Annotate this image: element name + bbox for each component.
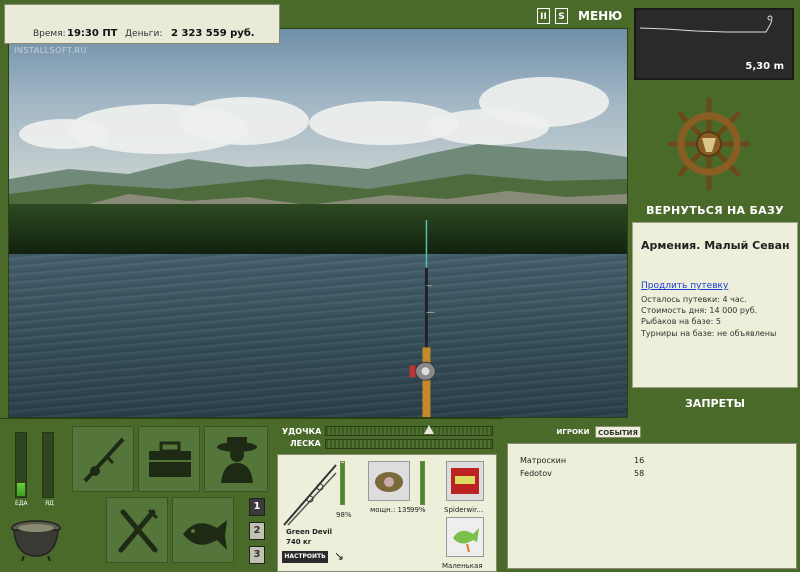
bans-button[interactable]: ЗАПРЕТЫ [630,397,800,410]
tab-events[interactable]: СОБЫТИЯ [595,426,641,438]
cauldron-icon[interactable] [8,514,64,562]
time-label: Время: [33,29,66,39]
tension-marker [424,425,434,434]
player-score: 16 [634,456,645,465]
rod-icon [83,437,125,483]
depth-value: 5,30 m [745,61,784,72]
equipment-panel: 98% Green Devil 740 кг НАСТРОИТЬ ↘ мощн.… [277,454,497,572]
rod-weight: 740 кг [286,538,312,546]
fish-icon [183,520,227,550]
location-info: Армения. Малый Севан Продлить путевку Ос… [632,222,798,388]
food-meter-fill [17,483,25,496]
fisherman-icon [217,437,257,483]
poison-meter [42,432,54,498]
base-panel: ВЕРНУТЬСЯ НА БАЗУ Армения. Малый Севан П… [630,86,800,418]
watermark: INSTALLSOFT.RU [14,46,87,55]
slot-button-2[interactable]: 2 [249,522,265,540]
depth-panel: 5,30 m [634,8,794,80]
return-to-base-button[interactable]: ВЕРНУТЬСЯ НА БАЗУ [630,204,800,217]
player-name: Матроскин [520,456,567,465]
line-item[interactable] [446,461,484,501]
menu-label: МЕНЮ [578,9,623,23]
info-line: Рыбаков на базе: 5 [641,317,721,326]
poison-label: ЯД [45,500,54,507]
fish-catch-button[interactable] [172,497,234,563]
tackle-box-icon [149,441,191,477]
players-panel: ИГРОКИ СОБЫТИЯ Матроскин 16 Fedotov 58 [503,418,800,572]
sound-button[interactable]: S [555,8,568,24]
reel-condition-bar [420,461,425,505]
food-label: ЕДА [15,500,28,507]
bait-name: Маленькая [442,562,483,570]
ship-wheel-icon[interactable] [666,96,752,192]
rods-button[interactable] [72,426,134,492]
extend-permit-link[interactable]: Продлить путевку [641,281,728,291]
line-spool-icon [451,468,479,494]
reel-percent: 99% [410,506,426,514]
player-name: Fedotov [520,469,552,478]
arrow-icon: ↘ [334,549,345,563]
game-screen: INSTALLSOFT.RU Время: 19:30 ПТ Деньги: 2… [0,0,800,572]
line-tension-bar [325,439,493,449]
player-row[interactable]: Матроскин 16 [520,456,790,465]
fishing-rod[interactable] [9,29,627,417]
info-line: Турниры на базе: не объявлены [641,329,777,338]
time-value: 19:30 ПТ [67,28,118,39]
reel-icon [375,472,403,492]
food-button[interactable] [106,497,168,563]
slot-button-3[interactable]: 3 [249,546,265,564]
player-row[interactable]: Fedotov 58 [520,469,790,478]
reel-power: мощн.: 135 [370,506,411,514]
player-score: 58 [634,469,645,478]
money-label: Деньги: [125,29,163,39]
rod-tension-label: УДОЧКА [282,427,322,436]
knife-fork-icon [118,508,159,553]
menu-button[interactable]: МЕНЮ [578,8,623,24]
lure-icon [453,528,479,553]
reel-item[interactable] [368,461,410,501]
location-title: Армения. Малый Севан [641,239,790,252]
rod-item-icon[interactable] [280,459,340,529]
rod-name: Green Devil [286,528,333,536]
pause-button[interactable]: II [537,8,550,24]
fishing-scene[interactable] [8,28,628,418]
tackle-box-button[interactable] [138,426,200,492]
status-bar: Время: 19:30 ПТ Деньги: 2 323 559 руб. [4,4,280,44]
info-line: Стоимость дня: 14 000 руб. [641,306,758,315]
rod-condition-bar [340,461,345,505]
tab-players[interactable]: ИГРОКИ [555,426,591,438]
line-name: Spiderwir... [444,506,484,514]
money-value: 2 323 559 руб. [171,28,255,39]
rod-percent: 98% [336,511,352,519]
character-button[interactable] [204,426,268,492]
bait-item[interactable] [446,517,484,557]
rod-tension-bar [325,426,493,436]
setup-button[interactable]: НАСТРОИТЬ [282,551,328,563]
food-meter [15,432,27,498]
info-line: Осталось путевки: 4 час. [641,295,747,304]
players-list: Матроскин 16 Fedotov 58 [507,443,797,569]
slot-button-1[interactable]: 1 [249,498,265,516]
line-tension-label: ЛЕСКА [290,439,321,448]
